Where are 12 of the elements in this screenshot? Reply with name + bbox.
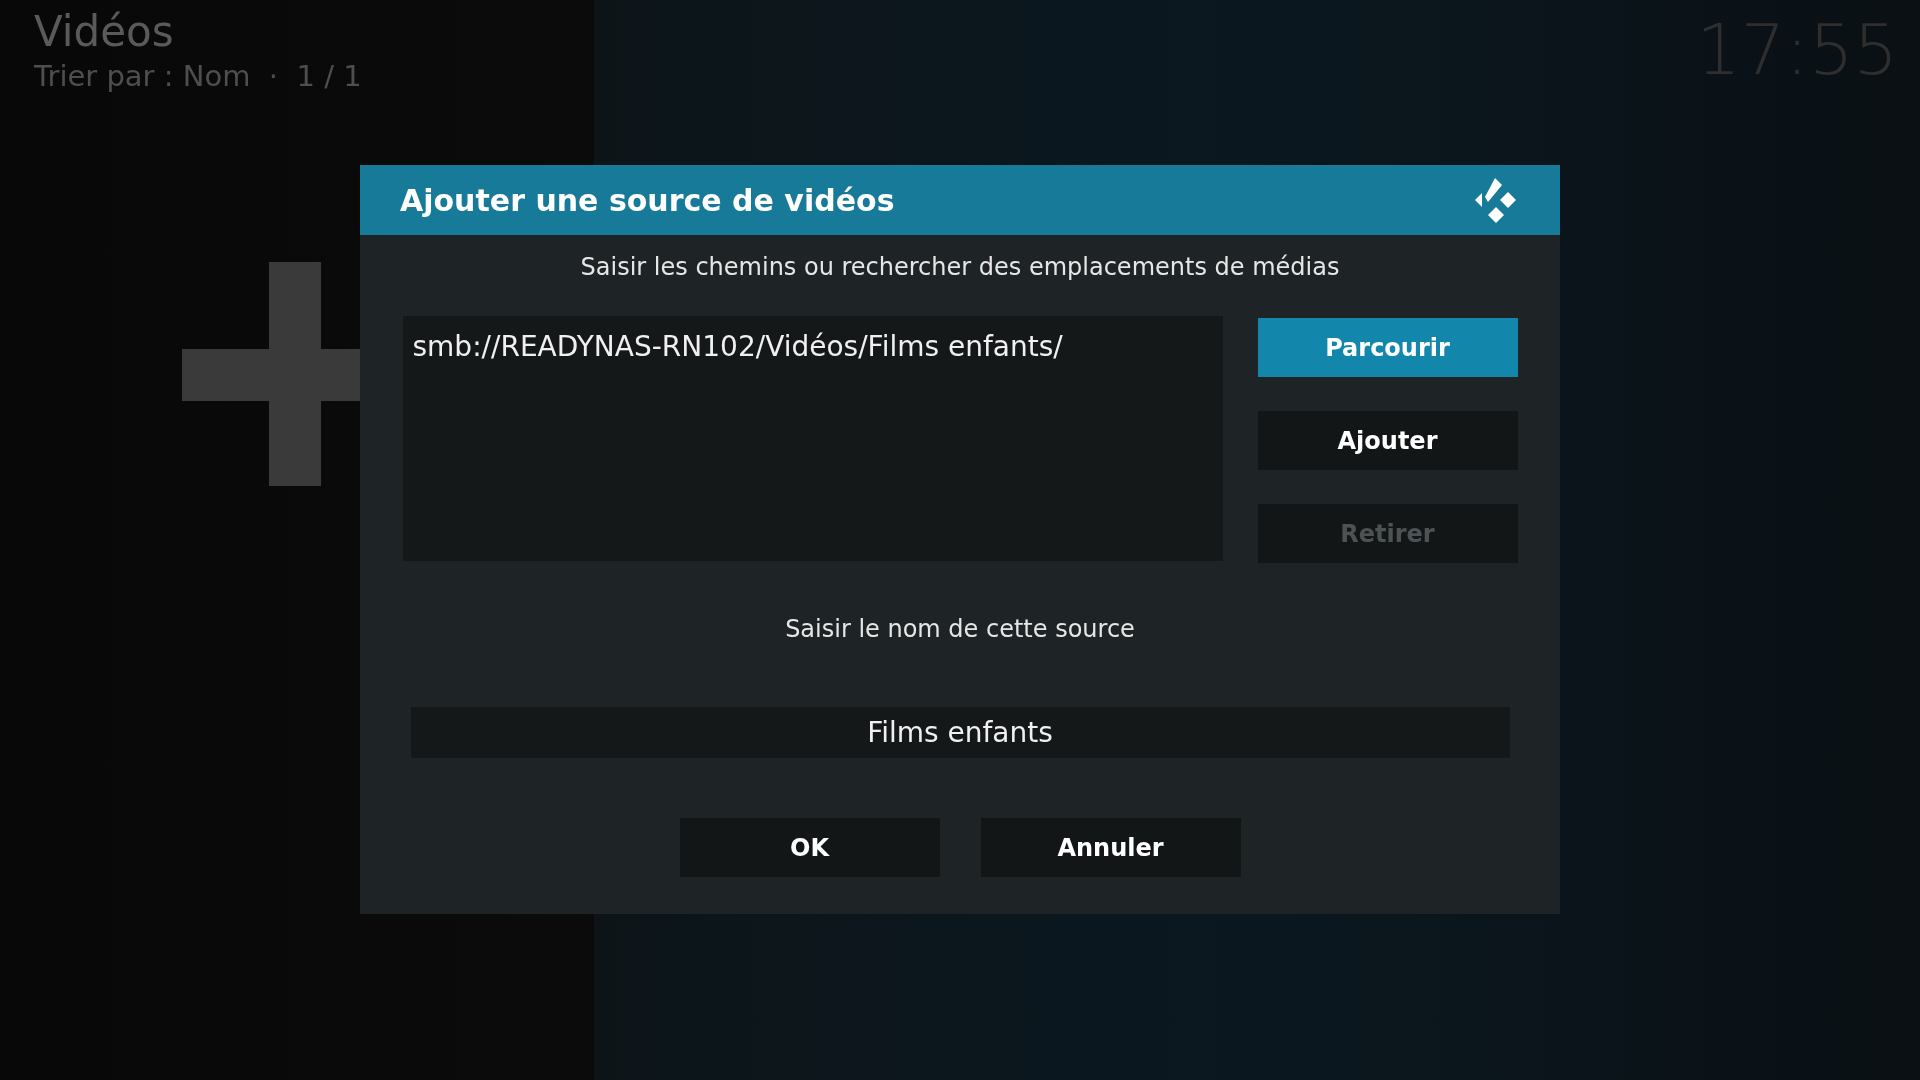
sort-info: Trier par : Nom · 1 / 1: [34, 58, 362, 94]
name-hint: Saisir le nom de cette source: [785, 615, 1135, 643]
plus-icon: [182, 262, 360, 486]
page-title: Vidéos: [34, 6, 175, 58]
path-item[interactable]: smb://READYNAS-RN102/Vidéos/Films enfants/: [412, 330, 1213, 363]
name-field[interactable]: Films enfants: [410, 707, 1510, 758]
dialog-button[interactable]: OK: [679, 818, 940, 877]
dialog-button[interactable]: Annuler: [980, 818, 1241, 877]
action-button[interactable]: Ajouter: [1257, 411, 1518, 470]
paths-hint: Saisir les chemins ou rechercher des emplacements de médias: [580, 253, 1340, 281]
action-button[interactable]: Parcourir: [1257, 318, 1518, 377]
dialog-title: Ajouter une source de vidéos: [400, 182, 895, 218]
